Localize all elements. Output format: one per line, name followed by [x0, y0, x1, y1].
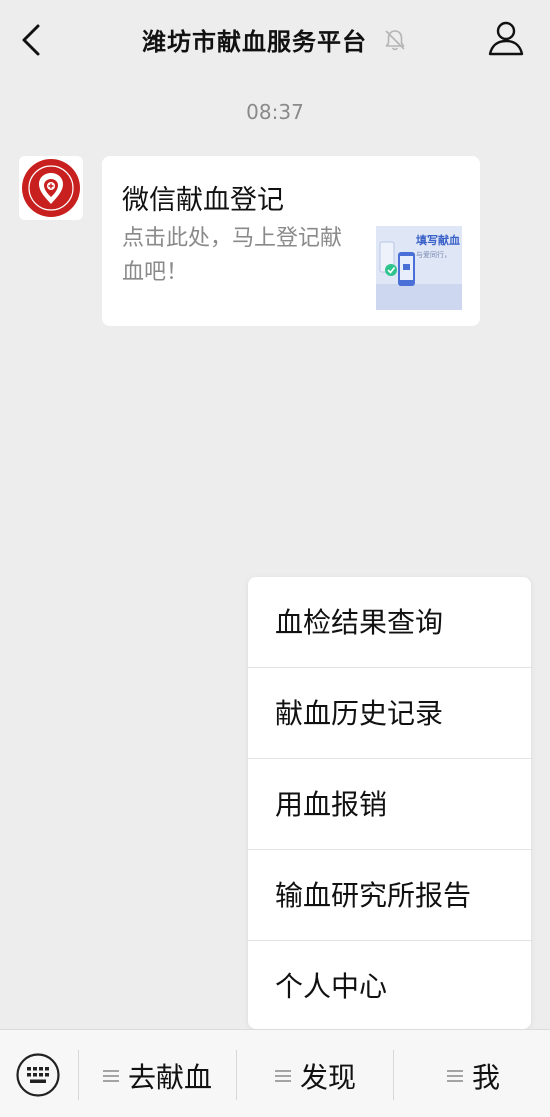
- menu-lines-icon: [103, 1070, 119, 1082]
- bar-divider: [236, 1050, 237, 1100]
- article-title: 微信献血登记: [122, 185, 284, 216]
- menu-item-blood-test-results[interactable]: 血检结果查询: [248, 577, 531, 668]
- chat-info-button[interactable]: [486, 18, 526, 60]
- person-icon: [488, 21, 524, 56]
- keyboard-toggle-button[interactable]: [15, 1052, 61, 1098]
- article-description: 点击此处，马上登记献血吧！: [122, 226, 343, 285]
- bell-muted-icon: [385, 29, 405, 50]
- tab-discover[interactable]: 发现: [274, 1056, 356, 1096]
- menu-item-blood-reimbursement[interactable]: 用血报销: [248, 759, 531, 850]
- top-nav-bar: 潍坊市献血服务平台: [0, 0, 550, 80]
- chat-screen: 潍坊市献血服务平台 08:37 微信献血登记 点击此处，马上登记献血吧！ 填写献…: [0, 0, 550, 1117]
- bottom-menu-bar: 去献血 发现 我: [0, 1029, 550, 1117]
- article-card[interactable]: 微信献血登记 点击此处，马上登记献血吧！ 填写献血 与爱同行，: [102, 156, 480, 326]
- thumbnail-title: 填写献血: [416, 234, 460, 247]
- title-area: 潍坊市献血服务平台: [0, 22, 550, 58]
- menu-item-personal-center[interactable]: 个人中心: [248, 941, 531, 1032]
- keyboard-icon: [16, 1053, 60, 1097]
- bar-divider: [393, 1050, 394, 1100]
- bar-divider: [78, 1050, 79, 1100]
- menu-lines-icon: [447, 1070, 463, 1082]
- message-timestamp: 08:37: [246, 100, 304, 124]
- blood-center-logo: [22, 159, 80, 217]
- avatar[interactable]: [19, 156, 83, 220]
- article-thumbnail: 填写献血 与爱同行，: [376, 226, 462, 310]
- menu-item-transfusion-report[interactable]: 输血研究所报告: [248, 850, 531, 941]
- tab-me[interactable]: 我: [446, 1056, 500, 1096]
- tab-label: 去献血: [128, 1061, 213, 1094]
- tab-go-donate[interactable]: 去献血: [102, 1056, 212, 1096]
- thumbnail-subtitle: 与爱同行，: [416, 251, 451, 259]
- popup-menu: 血检结果查询 献血历史记录 用血报销 输血研究所报告 个人中心: [248, 577, 531, 1029]
- tab-label: 发现: [300, 1061, 357, 1094]
- menu-lines-icon: [275, 1070, 291, 1082]
- page-title: 潍坊市献血服务平台: [141, 28, 367, 56]
- menu-item-donation-history[interactable]: 献血历史记录: [248, 668, 531, 759]
- tab-label: 我: [472, 1061, 501, 1094]
